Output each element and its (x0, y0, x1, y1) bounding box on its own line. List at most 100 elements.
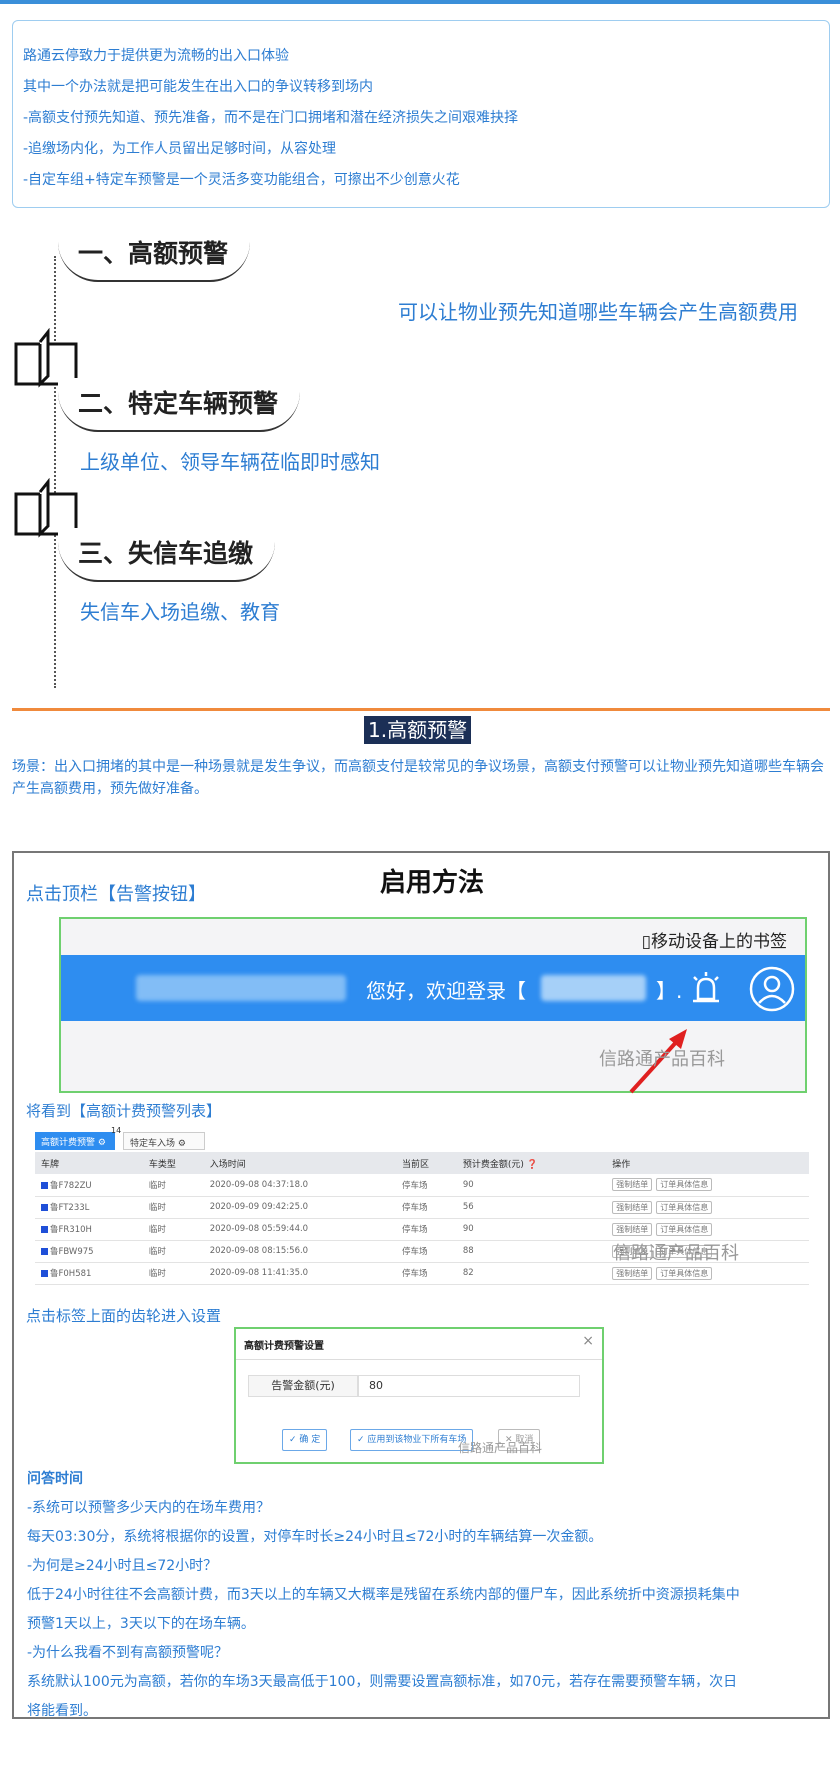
zone: 停车场 (396, 1240, 457, 1263)
car-type: 临时 (142, 1218, 204, 1241)
section-desc-dishonest-car: 失信车入场追缴、教育 (80, 600, 280, 624)
intro-line: -追缴场内化，为工作人员留出足够时间，从容处理 (23, 141, 337, 157)
method-title: 启用方法 (380, 868, 485, 898)
plate-number: 鲁FBW975 (50, 1247, 94, 1257)
intro-line: -高额支付预先知道、预先准备，而不是在门口拥堵和潜在经济损失之间艰难抉择 (23, 110, 519, 126)
order-detail-button[interactable]: 订单具体信息 (656, 1200, 713, 1214)
plate-color-icon (41, 1270, 48, 1277)
scene-paragraph: 场景：出入口拥堵的其中是一种场景就是发生争议，而高额支付是较常见的争议场景，高额… (12, 759, 824, 797)
entry-time: 2020-09-08 08:15:56.0 (203, 1240, 397, 1263)
section-title-high-fee: 一、高额预警 (58, 228, 251, 282)
entry-time: 2020-09-09 09:42:25.0 (203, 1196, 397, 1219)
top-divider (0, 0, 840, 4)
estimated-fee: 88 (456, 1240, 607, 1263)
dialog-divider (236, 1359, 602, 1360)
force-close-button[interactable]: 强制结单 (612, 1200, 653, 1214)
column-header: 预计费金额(元) ❓ (456, 1152, 607, 1174)
entry-time: 2020-09-08 11:41:35.0 (203, 1262, 397, 1285)
column-header: 入场时间 (203, 1152, 397, 1174)
car-type: 临时 (142, 1174, 204, 1197)
step3-label: 点击标签上面的齿轮进入设置 (26, 1307, 222, 1325)
column-header: 车牌 (35, 1152, 143, 1174)
order-detail-button[interactable]: 订单具体信息 (656, 1222, 713, 1236)
qa-line: 将能看到。 (27, 1703, 97, 1719)
step1-label: 点击顶栏【告警按钮】 (26, 884, 206, 905)
plate-number: 鲁F782ZU (50, 1180, 92, 1191)
alert-amount-label: 告警金额(元) (248, 1375, 358, 1397)
intro-line: 路通云停致力于提供更为流畅的出入口体验 (23, 48, 289, 64)
blurred-text (541, 975, 646, 1001)
alert-amount-input[interactable]: 80 (358, 1375, 580, 1397)
estimated-fee: 82 (456, 1262, 607, 1285)
confirm-button[interactable]: ✓ 确 定 (282, 1429, 328, 1451)
order-detail-button[interactable]: 订单具体信息 (656, 1178, 713, 1192)
bookmark-label: ▯移动设备上的书签 (641, 932, 787, 952)
zone: 停车场 (396, 1196, 457, 1219)
car-type: 临时 (142, 1262, 204, 1285)
welcome-text: 您好，欢迎登录【 (366, 979, 526, 1003)
qa-line: -为什么我看不到有高额预警呢？ (27, 1645, 229, 1661)
plate-number: 鲁F0H581 (50, 1269, 92, 1279)
timeline-dotted-line (54, 256, 56, 688)
tab-high-fee[interactable]: 高额计费预警 ⚙ (35, 1132, 115, 1150)
qa-line: 预警1天以上，3天以下的在场车辆。 (27, 1616, 255, 1632)
dialog-title: 高额计费预警设置 (244, 1341, 324, 1352)
section-title-specific-vehicle: 二、特定车辆预警 (58, 378, 301, 432)
estimated-fee: 90 (456, 1218, 607, 1241)
step2-label: 将看到【高额计费预警列表】 (26, 1102, 222, 1120)
plate-color-icon (41, 1204, 48, 1211)
qa-line: -为何是≥24小时且≤72小时？ (27, 1558, 218, 1574)
screenshot-topbar: ▯移动设备上的书签 您好，欢迎登录【 】. 信路通产品百科 (59, 917, 807, 1094)
plate-color-icon (41, 1248, 48, 1255)
close-icon[interactable]: × (582, 1333, 594, 1349)
plate-number: 鲁FT233L (50, 1203, 90, 1213)
intro-box: 路通云停致力于提供更为流畅的出入口体验 其中一个办法就是把可能发生在出入口的争议… (12, 20, 830, 208)
user-avatar-icon[interactable] (748, 965, 796, 1013)
intro-line: -自定车组+特定车预警是一个灵活多变功能组合，可擦出不少创意火花 (23, 172, 460, 188)
table-row: 鲁F782ZU 临时 2020-09-08 04:37:18.0 停车场 90 … (35, 1174, 809, 1197)
column-header: 操作 (606, 1152, 809, 1174)
force-close-button[interactable]: 强制结单 (612, 1178, 653, 1192)
watermark: 信路通产品百科 (458, 1441, 543, 1455)
section-title-dishonest-car: 三、失信车追缴 (58, 528, 276, 582)
table-row: 鲁FT233L 临时 2020-09-09 09:42:25.0 停车场 56 … (35, 1196, 809, 1219)
estimated-fee: 56 (456, 1196, 607, 1219)
plate-color-icon (41, 1226, 48, 1233)
apply-all-button[interactable]: ✓ 应用到该物业下所有车场 (350, 1429, 474, 1451)
qa-heading: 问答时间 (27, 1471, 83, 1487)
order-detail-button[interactable]: 订单具体信息 (656, 1266, 713, 1280)
section-desc-specific-vehicle: 上级单位、领导车辆莅临即时感知 (80, 450, 380, 474)
plate-number: 鲁FR310H (50, 1225, 92, 1235)
orange-divider (12, 708, 830, 711)
car-type: 临时 (142, 1196, 204, 1219)
qa-line: 每天03:30分，系统将根据你的设置，对停车时长≥24小时且≤72小时的车辆结算… (27, 1529, 603, 1545)
qa-line: 低于24小时往往不会高额计费，而3天以上的车辆又大概率是残留在系统内部的僵尸车，… (27, 1587, 740, 1603)
alarm-bell-icon[interactable] (689, 971, 723, 1007)
heading-high-fee-alert: 1.高额预警 (364, 716, 472, 744)
zone: 停车场 (396, 1174, 457, 1197)
welcome-close: 】. (656, 979, 683, 1003)
settings-dialog: 高额计费预警设置 × 告警金额(元) 80 ✓ 确 定 ✓ 应用到该物业下所有车… (234, 1327, 604, 1464)
zone: 停车场 (396, 1218, 457, 1241)
qa-line: -系统可以预警多少天内的在场车费用？ (27, 1500, 271, 1516)
blurred-text (136, 975, 346, 1001)
intro-line: 其中一个办法就是把可能发生在出入口的争议转移到场内 (23, 79, 373, 95)
estimated-fee: 90 (456, 1174, 607, 1197)
count-badge: 14 (111, 1126, 122, 1135)
watermark: 信路通产品百科 (613, 1243, 739, 1264)
section-desc-high-fee: 可以让物业预先知道哪些车辆会产生高额费用 (398, 300, 798, 324)
column-header: 车类型 (142, 1152, 204, 1174)
column-header: 当前区 (396, 1152, 457, 1174)
zone: 停车场 (396, 1262, 457, 1285)
qa-line: 系统默认100元为高额，若你的车场3天最高低于100，则需要设置高额标准，如70… (27, 1674, 738, 1690)
watermark: 信路通产品百科 (599, 1049, 725, 1070)
entry-time: 2020-09-08 04:37:18.0 (203, 1174, 397, 1197)
plate-color-icon (41, 1181, 48, 1189)
table-row: 鲁FR310H 临时 2020-09-08 05:59:44.0 停车场 90 … (35, 1218, 809, 1241)
force-close-button[interactable]: 强制结单 (612, 1266, 653, 1280)
table-row: 鲁F0H581 临时 2020-09-08 11:41:35.0 停车场 82 … (35, 1262, 809, 1285)
tab-specific-car[interactable]: 特定车入场 ⚙ (123, 1132, 205, 1150)
car-type: 临时 (142, 1240, 204, 1263)
screenshot-alert-list: 高额计费预警 ⚙ 14 特定车入场 ⚙ 车牌 车类型 入场时间 当前区 预计费金… (33, 1126, 809, 1285)
force-close-button[interactable]: 强制结单 (612, 1222, 653, 1236)
